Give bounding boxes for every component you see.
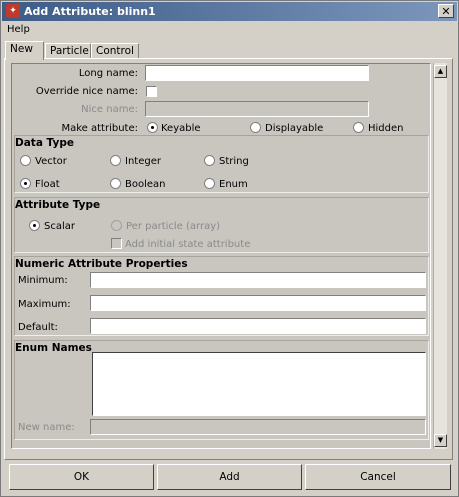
default-label: Default:	[18, 322, 58, 333]
scroll-up-icon[interactable]: ▲	[434, 65, 447, 78]
make-attribute-label: Make attribute:	[61, 123, 138, 134]
enum-label: Enum	[219, 179, 248, 190]
displayable-radio[interactable]	[250, 122, 261, 133]
new-name-field[interactable]	[90, 419, 426, 435]
default-field[interactable]	[90, 318, 426, 334]
maximum-field[interactable]	[90, 295, 426, 311]
close-icon[interactable]: ✕	[438, 4, 454, 18]
nice-name-label: Nice name:	[81, 104, 138, 115]
displayable-label: Displayable	[265, 123, 324, 134]
override-nice-name-checkbox[interactable]	[146, 86, 157, 97]
enum-radio[interactable]	[204, 178, 215, 189]
boolean-radio[interactable]	[110, 178, 121, 189]
scalar-radio[interactable]	[29, 220, 40, 231]
add-button[interactable]: Add	[157, 464, 302, 490]
keyable-radio[interactable]	[147, 122, 158, 133]
enum-names-title: Enum Names	[15, 342, 92, 354]
window-title: Add Attribute: blinn1	[24, 5, 156, 18]
float-radio[interactable]	[20, 178, 31, 189]
boolean-label: Boolean	[125, 179, 166, 190]
string-label: String	[219, 156, 249, 167]
integer-radio[interactable]	[110, 155, 121, 166]
per-particle-label: Per particle (array)	[126, 221, 221, 232]
maximum-label: Maximum:	[18, 299, 71, 310]
nice-name-field[interactable]	[145, 101, 369, 117]
scalar-label: Scalar	[44, 221, 75, 232]
string-radio[interactable]	[204, 155, 215, 166]
add-initial-state-checkbox[interactable]	[111, 238, 122, 249]
menu-bar: Help	[7, 24, 30, 35]
new-name-label: New name:	[18, 422, 75, 433]
vector-label: Vector	[35, 156, 67, 167]
title-bar[interactable]: ✦ Add Attribute: blinn1 ✕	[2, 2, 457, 21]
enum-names-list[interactable]	[92, 352, 426, 416]
tab-particle[interactable]: Particle	[45, 43, 91, 59]
integer-label: Integer	[125, 156, 161, 167]
long-name-label: Long name:	[78, 68, 138, 79]
minimum-field[interactable]	[90, 272, 426, 288]
cancel-button[interactable]: Cancel	[305, 464, 451, 490]
add-attribute-dialog: ✦ Add Attribute: blinn1 ✕ Help New Parti…	[0, 0, 459, 497]
keyable-label: Keyable	[161, 123, 201, 134]
maya-app-icon: ✦	[6, 4, 20, 18]
tab-control[interactable]: Control	[91, 43, 139, 59]
float-label: Float	[35, 179, 60, 190]
attribute-type-title: Attribute Type	[15, 199, 101, 211]
hidden-radio[interactable]	[353, 122, 364, 133]
hidden-label: Hidden	[368, 123, 404, 134]
menu-help[interactable]: Help	[7, 24, 30, 35]
numeric-properties-title: Numeric Attribute Properties	[15, 258, 188, 270]
long-name-field[interactable]	[145, 65, 369, 81]
tab-new[interactable]: New	[5, 41, 44, 60]
data-type-title: Data Type	[15, 137, 74, 149]
per-particle-radio[interactable]	[111, 220, 122, 231]
vector-radio[interactable]	[20, 155, 31, 166]
override-nice-name-label: Override nice name:	[35, 86, 138, 97]
ok-button[interactable]: OK	[9, 464, 154, 490]
add-initial-state-label: Add initial state attribute	[125, 239, 251, 250]
scroll-down-icon[interactable]: ▼	[434, 434, 447, 447]
vertical-scrollbar[interactable]: ▲ ▼	[433, 63, 447, 449]
minimum-label: Minimum:	[18, 275, 68, 286]
